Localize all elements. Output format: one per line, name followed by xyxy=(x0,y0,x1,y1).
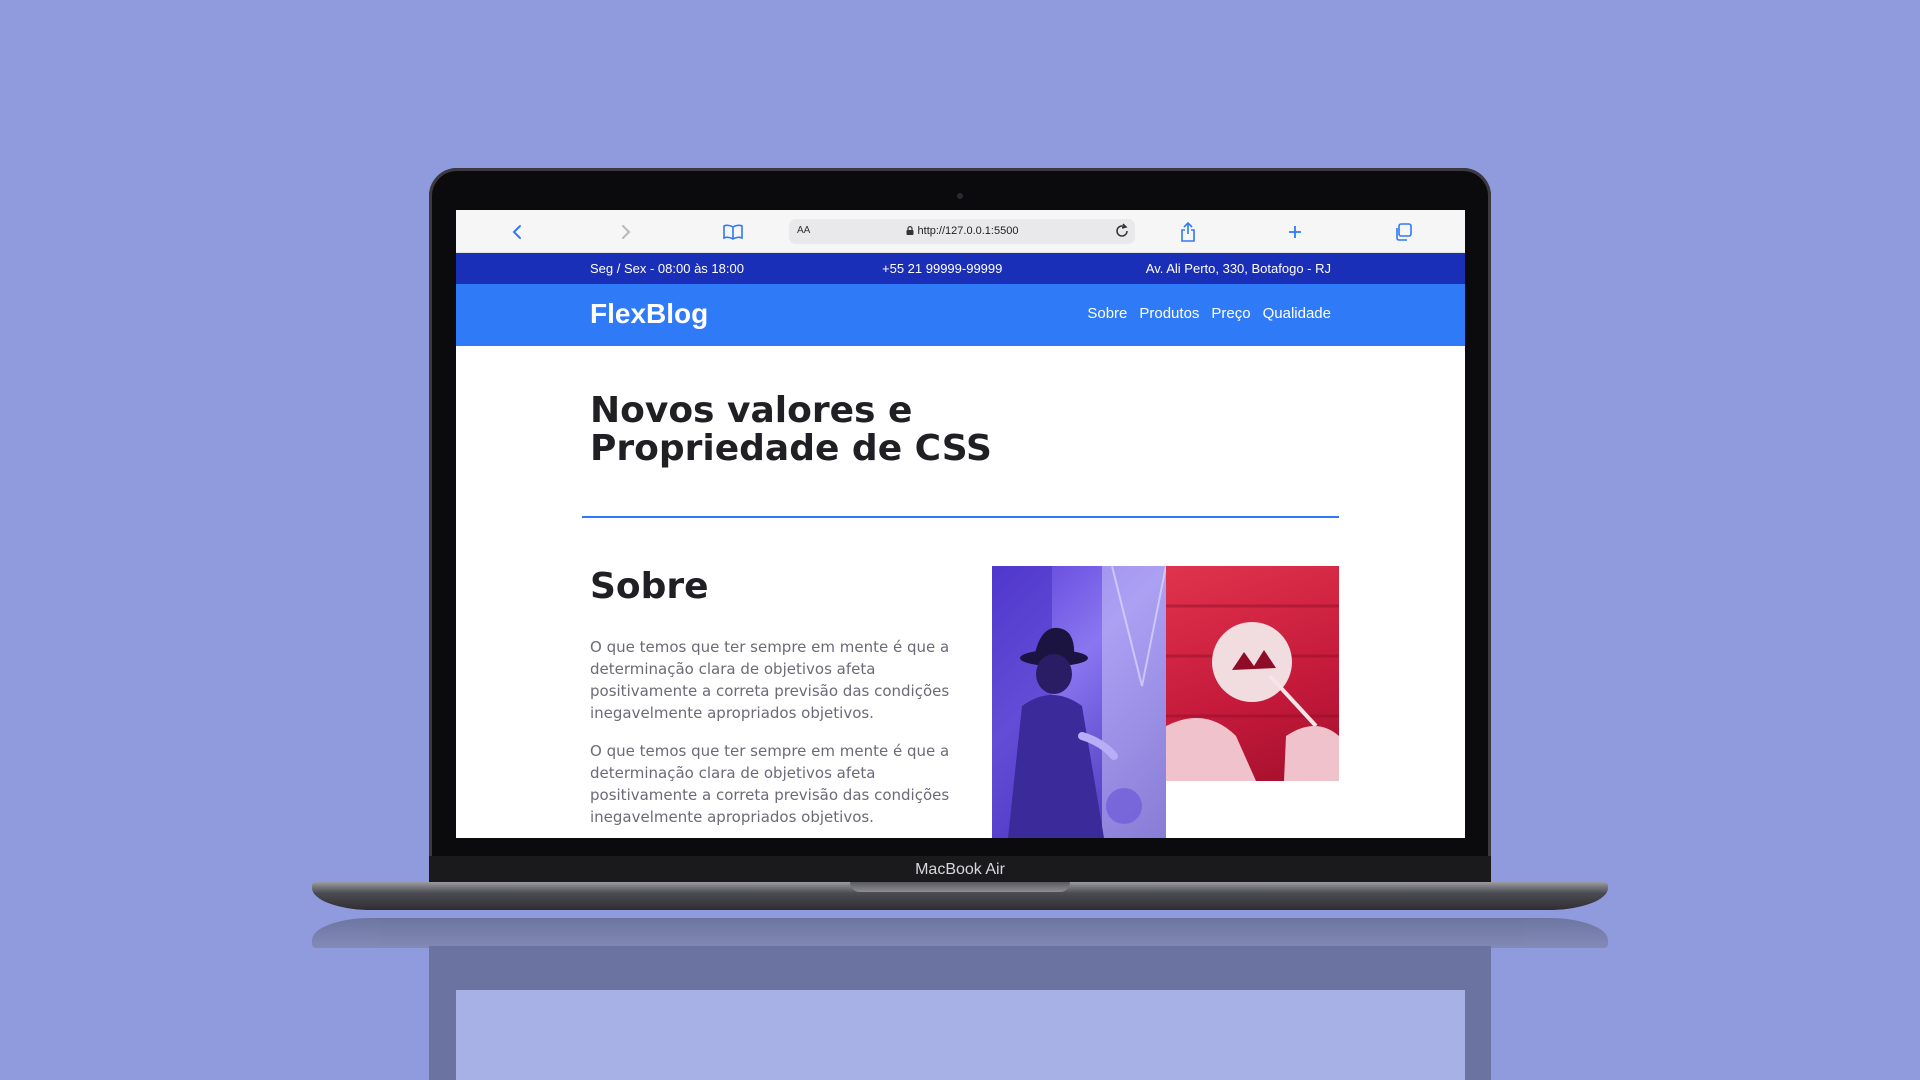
url-display[interactable]: http://127.0.0.1:5500 xyxy=(789,225,1135,237)
nav-link-produtos[interactable]: Produtos xyxy=(1139,305,1199,322)
bookmarks-icon[interactable] xyxy=(722,221,744,243)
address-text: Av. Ali Perto, 330, Botafogo - RJ xyxy=(1145,261,1331,276)
phone-number: +55 21 99999-99999 xyxy=(882,261,1003,276)
tabs-icon[interactable] xyxy=(1392,221,1414,243)
laptop-screen: AA http://127.0.0.1:5500 Seg / Sex - 08:… xyxy=(456,210,1465,838)
section-divider xyxy=(582,516,1339,518)
business-hours: Seg / Sex - 08:00 às 18:00 xyxy=(590,261,744,276)
laptop-reflection xyxy=(312,918,1608,1080)
address-bar[interactable]: AA http://127.0.0.1:5500 xyxy=(789,219,1135,244)
site-header: FlexBlog Sobre Produtos Preço Qualidade xyxy=(456,284,1465,346)
share-icon[interactable] xyxy=(1177,221,1199,243)
reload-icon[interactable] xyxy=(1114,222,1130,245)
nav-link-qualidade[interactable]: Qualidade xyxy=(1263,305,1331,322)
camera-icon xyxy=(957,193,963,199)
info-topbar: Seg / Sex - 08:00 às 18:00 +55 21 99999-… xyxy=(456,253,1465,284)
new-tab-icon[interactable] xyxy=(1284,221,1306,243)
hand-painting-photo xyxy=(1166,566,1339,781)
page-title-line-1: Novos valores e xyxy=(590,390,913,431)
device-label: MacBook Air xyxy=(429,856,1491,884)
page-title: Novos valores e Propriedade de CSS xyxy=(590,392,1070,468)
nav-link-preco[interactable]: Preço xyxy=(1211,305,1250,322)
about-title: Sobre xyxy=(590,566,709,607)
about-paragraph-2: O que temos que ter sempre em mente é qu… xyxy=(590,742,950,826)
reflection-lid xyxy=(429,946,1491,1080)
about-paragraph-1: O que temos que ter sempre em mente é qu… xyxy=(590,638,950,722)
forward-chevron-icon[interactable] xyxy=(615,221,637,243)
woman-hat-photo xyxy=(992,566,1166,838)
lock-icon xyxy=(906,226,914,235)
back-chevron-icon[interactable] xyxy=(506,221,528,243)
site-logo[interactable]: FlexBlog xyxy=(590,298,708,330)
reflection-screen xyxy=(456,990,1465,1080)
main-nav: Sobre Produtos Preço Qualidade xyxy=(1087,305,1331,322)
page-title-line-2: Propriedade de CSS xyxy=(590,428,992,469)
reflection-base xyxy=(312,918,1608,948)
browser-toolbar: AA http://127.0.0.1:5500 xyxy=(456,210,1465,253)
url-text: http://127.0.0.1:5500 xyxy=(917,225,1019,237)
laptop-notch xyxy=(850,882,1070,892)
nav-link-sobre[interactable]: Sobre xyxy=(1087,305,1127,322)
